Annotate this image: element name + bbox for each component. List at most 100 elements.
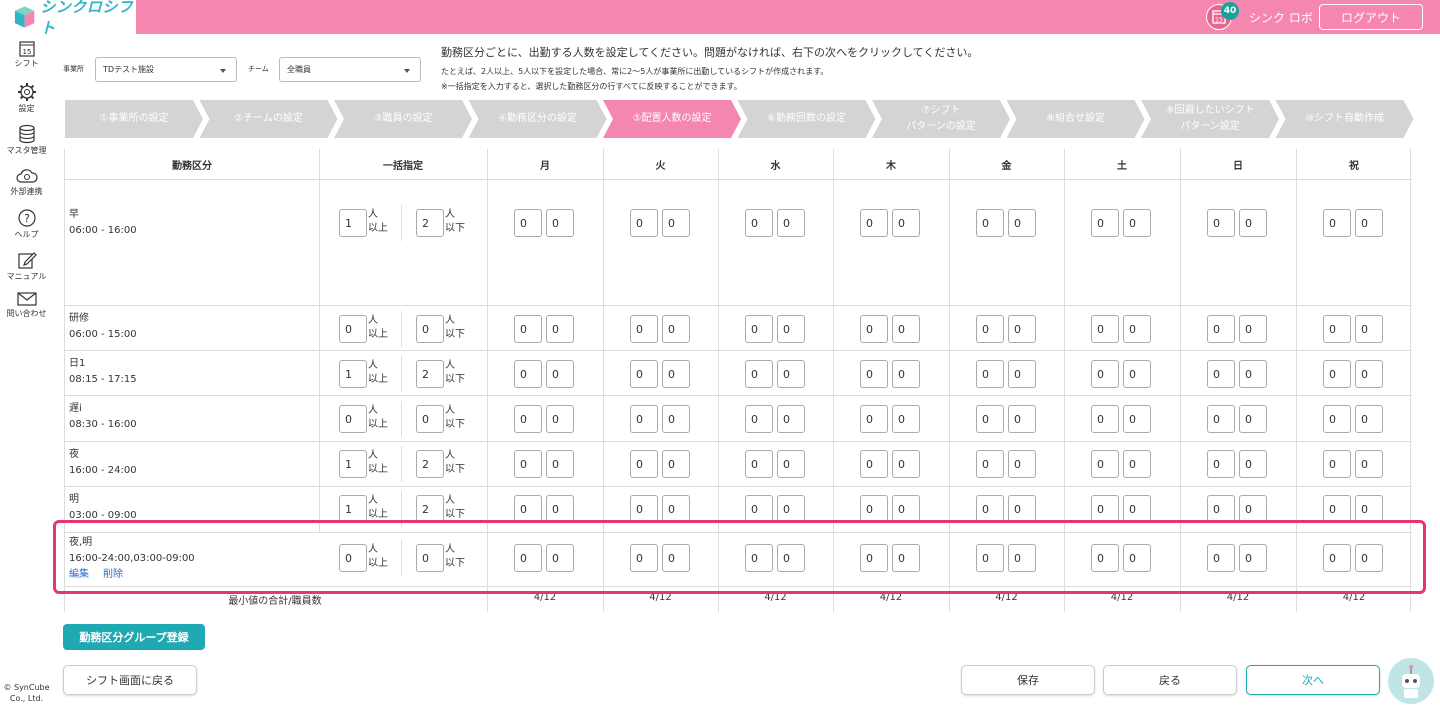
step-1[interactable]: ①事業所の設定	[65, 100, 203, 138]
day-min-input[interactable]: 0	[630, 360, 658, 388]
day-max-input[interactable]: 0	[1355, 405, 1383, 433]
day-max-input[interactable]: 0	[1355, 209, 1383, 237]
day-max-input[interactable]: 0	[662, 315, 690, 343]
team-select[interactable]: 全職員	[279, 57, 421, 82]
day-min-input[interactable]: 0	[1091, 495, 1119, 523]
bulk-min-input[interactable]: 1	[339, 360, 367, 388]
day-min-input[interactable]: 0	[745, 360, 773, 388]
step-10[interactable]: ⑩シフト自動作成	[1276, 100, 1414, 138]
day-min-input[interactable]: 0	[630, 450, 658, 478]
day-min-input[interactable]: 0	[1323, 450, 1351, 478]
bulk-min-input[interactable]: 0	[339, 315, 367, 343]
sidebar-item-contact[interactable]: 問い合わせ	[0, 291, 53, 319]
day-max-input[interactable]: 0	[1123, 450, 1151, 478]
day-min-input[interactable]: 0	[1091, 450, 1119, 478]
day-min-input[interactable]: 0	[976, 495, 1004, 523]
day-min-input[interactable]: 0	[976, 450, 1004, 478]
day-min-input[interactable]: 0	[860, 315, 888, 343]
step-8[interactable]: ⑧組合せ設定	[1007, 100, 1145, 138]
day-max-input[interactable]: 0	[1355, 450, 1383, 478]
day-max-input[interactable]: 0	[1123, 315, 1151, 343]
day-min-input[interactable]: 0	[860, 209, 888, 237]
day-min-input[interactable]: 0	[1323, 209, 1351, 237]
bulk-max-input[interactable]: 2	[416, 450, 444, 478]
day-min-input[interactable]: 0	[1323, 360, 1351, 388]
day-max-input[interactable]: 0	[1239, 405, 1267, 433]
bulk-max-input[interactable]: 2	[416, 209, 444, 237]
day-max-input[interactable]: 0	[777, 405, 805, 433]
bulk-max-input[interactable]: 2	[416, 360, 444, 388]
day-max-input[interactable]: 0	[1008, 405, 1036, 433]
step-3[interactable]: ③職員の設定	[334, 100, 472, 138]
day-max-input[interactable]: 0	[662, 495, 690, 523]
day-min-input[interactable]: 0	[1091, 360, 1119, 388]
day-min-input[interactable]: 0	[1323, 315, 1351, 343]
day-max-input[interactable]: 0	[1355, 360, 1383, 388]
day-min-input[interactable]: 0	[745, 405, 773, 433]
day-min-input[interactable]: 0	[630, 315, 658, 343]
day-min-input[interactable]: 0	[860, 495, 888, 523]
day-max-input[interactable]: 0	[892, 209, 920, 237]
day-min-input[interactable]: 0	[1207, 315, 1235, 343]
bulk-min-input[interactable]: 1	[339, 450, 367, 478]
day-min-input[interactable]: 0	[860, 360, 888, 388]
sidebar-item-integration[interactable]: 外部連携	[0, 167, 53, 197]
day-max-input[interactable]: 0	[1008, 495, 1036, 523]
step-4[interactable]: ④勤務区分の設定	[469, 100, 607, 138]
day-max-input[interactable]: 0	[777, 209, 805, 237]
register-shift-group-button[interactable]: 勤務区分グループ登録	[63, 624, 205, 650]
sidebar-item-master[interactable]: マスタ管理	[0, 124, 53, 156]
day-max-input[interactable]: 0	[777, 450, 805, 478]
day-min-input[interactable]: 0	[1091, 209, 1119, 237]
bulk-max-input[interactable]: 0	[416, 405, 444, 433]
day-max-input[interactable]: 0	[546, 495, 574, 523]
day-max-input[interactable]: 0	[546, 405, 574, 433]
day-min-input[interactable]: 0	[514, 450, 542, 478]
day-max-input[interactable]: 0	[1123, 209, 1151, 237]
day-max-input[interactable]: 0	[892, 405, 920, 433]
day-max-input[interactable]: 0	[546, 360, 574, 388]
next-button[interactable]: 次へ	[1246, 665, 1380, 695]
day-min-input[interactable]: 0	[976, 360, 1004, 388]
day-min-input[interactable]: 0	[745, 450, 773, 478]
day-min-input[interactable]: 0	[860, 405, 888, 433]
day-max-input[interactable]: 0	[1008, 360, 1036, 388]
day-max-input[interactable]: 0	[892, 360, 920, 388]
day-max-input[interactable]: 0	[662, 405, 690, 433]
day-min-input[interactable]: 0	[514, 315, 542, 343]
day-min-input[interactable]: 0	[976, 315, 1004, 343]
day-max-input[interactable]: 0	[1239, 315, 1267, 343]
day-min-input[interactable]: 0	[514, 209, 542, 237]
day-min-input[interactable]: 0	[976, 405, 1004, 433]
sidebar-item-help[interactable]: ? ヘルプ	[0, 208, 53, 240]
day-max-input[interactable]: 0	[1008, 450, 1036, 478]
day-max-input[interactable]: 0	[1008, 315, 1036, 343]
day-min-input[interactable]: 0	[1323, 495, 1351, 523]
day-min-input[interactable]: 0	[860, 450, 888, 478]
back-to-shift-button[interactable]: シフト画面に戻る	[63, 665, 197, 695]
day-min-input[interactable]: 0	[514, 495, 542, 523]
logout-button[interactable]: ログアウト	[1319, 4, 1423, 30]
bulk-max-input[interactable]: 0	[416, 315, 444, 343]
day-max-input[interactable]: 0	[546, 209, 574, 237]
day-max-input[interactable]: 0	[1239, 209, 1267, 237]
day-min-input[interactable]: 0	[1207, 209, 1235, 237]
step-7[interactable]: ⑦シフト パターンの設定	[872, 100, 1010, 138]
day-max-input[interactable]: 0	[1123, 405, 1151, 433]
day-max-input[interactable]: 0	[662, 450, 690, 478]
day-max-input[interactable]: 0	[1123, 360, 1151, 388]
office-select[interactable]: TDテスト施設	[95, 57, 237, 82]
day-max-input[interactable]: 0	[546, 450, 574, 478]
day-max-input[interactable]: 0	[777, 360, 805, 388]
day-max-input[interactable]: 0	[662, 360, 690, 388]
bulk-max-input[interactable]: 2	[416, 495, 444, 523]
day-min-input[interactable]: 0	[1091, 405, 1119, 433]
save-button[interactable]: 保存	[961, 665, 1095, 695]
robot-assistant-icon[interactable]	[1388, 658, 1434, 704]
day-min-input[interactable]: 0	[514, 405, 542, 433]
back-button[interactable]: 戻る	[1103, 665, 1237, 695]
day-max-input[interactable]: 0	[1355, 495, 1383, 523]
day-max-input[interactable]: 0	[546, 315, 574, 343]
day-min-input[interactable]: 0	[1091, 315, 1119, 343]
day-min-input[interactable]: 0	[630, 405, 658, 433]
